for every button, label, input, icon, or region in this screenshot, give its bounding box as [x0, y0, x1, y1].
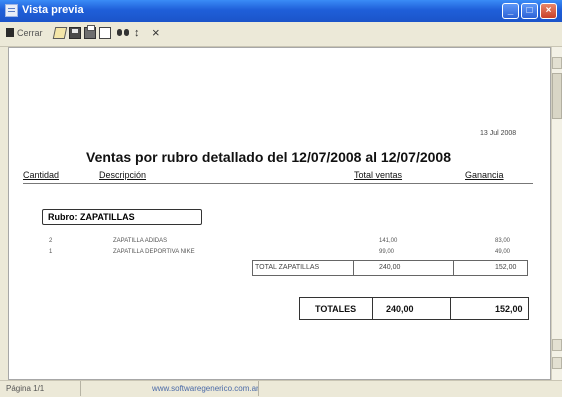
column-header-total-ventas: Total ventas	[354, 170, 403, 180]
column-header-descripcion: Descripción	[99, 170, 147, 180]
totals-ganancia: 152,00	[495, 304, 523, 314]
subtotal-divider	[353, 261, 354, 275]
scroll-down-button[interactable]	[552, 357, 562, 369]
page-setup-icon[interactable]	[52, 27, 68, 39]
single-page-icon[interactable]	[99, 27, 111, 39]
title-bar[interactable]: Vista previa _ □ ×	[0, 0, 562, 22]
close-preview-button[interactable]: Cerrar	[6, 26, 44, 41]
report-title: Ventas por rubro detallado del 12/07/200…	[9, 149, 550, 165]
scroll-page-down-button[interactable]	[552, 339, 562, 351]
scroll-up-button[interactable]	[552, 57, 562, 69]
vertical-scrollbar[interactable]	[551, 47, 562, 380]
toolbar: Cerrar ↕ ×	[0, 22, 562, 47]
totals-divider	[372, 298, 373, 319]
subtotal-ganancia: 152,00	[495, 264, 517, 271]
close-icon[interactable]: ×	[152, 26, 164, 39]
status-website-link[interactable]: www.softwaregenerico.com.ar	[152, 384, 259, 393]
maximize-button[interactable]: □	[521, 3, 538, 19]
app-icon	[5, 4, 18, 17]
totals-divider	[450, 298, 451, 319]
report-date: 13 Jul 2008	[480, 130, 517, 137]
subtotal-total: 240,00	[379, 264, 401, 271]
scroll-thumb[interactable]	[552, 73, 562, 119]
column-header-ganancia: Ganancia	[465, 170, 504, 180]
report-title-text: Ventas por rubro detallado del 12/07/200…	[86, 149, 451, 165]
window-title: Vista previa	[22, 4, 84, 16]
report-page: 13 Jul 2008 Ventas por rubro detallado d…	[8, 47, 551, 380]
subtotal-label: TOTAL ZAPATILLAS	[255, 264, 320, 271]
totals-total: 240,00	[386, 304, 414, 314]
status-divider	[258, 381, 259, 396]
save-icon[interactable]	[69, 27, 81, 39]
print-preview-window: Vista previa _ □ × Cerrar ↕ × 13 Jul 200…	[0, 0, 562, 397]
item-2-cantidad: 1	[49, 249, 53, 255]
minimize-button[interactable]: _	[502, 3, 519, 19]
close-preview-label: Cerrar	[17, 28, 43, 38]
item-1-cantidad: 2	[49, 238, 53, 244]
subtotal-divider	[453, 261, 454, 275]
close-door-icon	[6, 28, 14, 37]
navigate-icon[interactable]: ↕	[134, 27, 146, 39]
item-2-ganancia: 49,00	[495, 249, 511, 255]
header-divider	[23, 183, 533, 184]
rubro-group-label: Rubro: ZAPATILLAS	[42, 209, 202, 225]
item-1-total: 141,00	[379, 238, 398, 244]
resize-grip-icon[interactable]	[538, 384, 548, 394]
find-icon[interactable]	[117, 27, 131, 39]
item-2-total: 99,00	[379, 249, 395, 255]
item-1-ganancia: 83,00	[495, 238, 511, 244]
status-bar: Página 1/1 www.softwaregenerico.com.ar	[0, 380, 562, 397]
status-divider	[80, 381, 81, 396]
totals-label: TOTALES	[315, 304, 357, 314]
status-page-indicator: Página 1/1	[6, 384, 45, 393]
close-window-button[interactable]: ×	[540, 3, 557, 19]
item-2-descripcion: ZAPATILLA DEPORTIVA NIKE	[113, 249, 195, 255]
column-header-cantidad: Cantidad	[23, 170, 60, 180]
item-1-descripcion: ZAPATILLA ADIDAS	[113, 238, 168, 244]
print-icon[interactable]	[84, 25, 96, 39]
